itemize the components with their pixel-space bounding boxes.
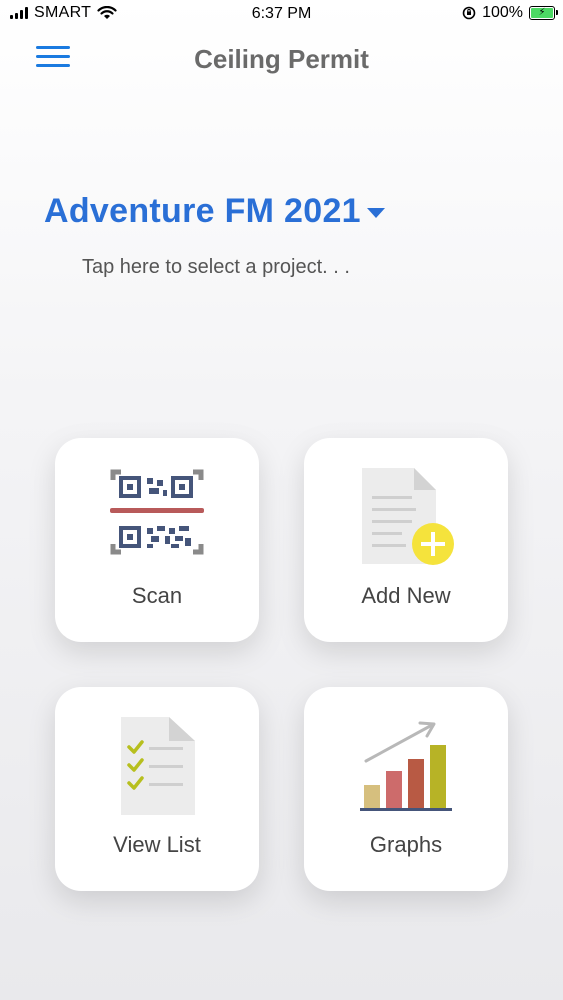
battery-percent: 100% [482,4,523,21]
add-new-label: Add New [361,583,451,608]
view-list-button[interactable]: View List [55,687,259,891]
project-selector[interactable]: Adventure FM 2021 [44,192,385,231]
battery-icon: ⚡ [529,6,558,20]
graphs-label: Graphs [369,832,443,857]
status-bar: SMART 6:37 PM 100% ⚡ [0,0,563,30]
orientation-lock-icon [462,6,476,20]
scan-label: Scan [131,583,183,608]
page-title: Ceiling Permit [194,44,369,74]
caret-down-icon [366,207,385,218]
add-new-button[interactable]: Add New [304,438,508,642]
checklist-icon [121,717,195,815]
add-document-icon [362,468,454,565]
bar-chart-icon [360,721,452,811]
qr-code-icon [110,469,204,555]
scan-button[interactable]: Scan [55,438,259,642]
nav-bar: Ceiling Permit [0,30,563,86]
project-name: Adventure FM 2021 [44,192,361,230]
view-list-label: View List [113,832,201,857]
project-hint[interactable]: Tap here to select a project. . . [82,256,350,279]
status-right: 100% ⚡ [462,4,558,22]
graphs-button[interactable]: Graphs [304,687,508,891]
